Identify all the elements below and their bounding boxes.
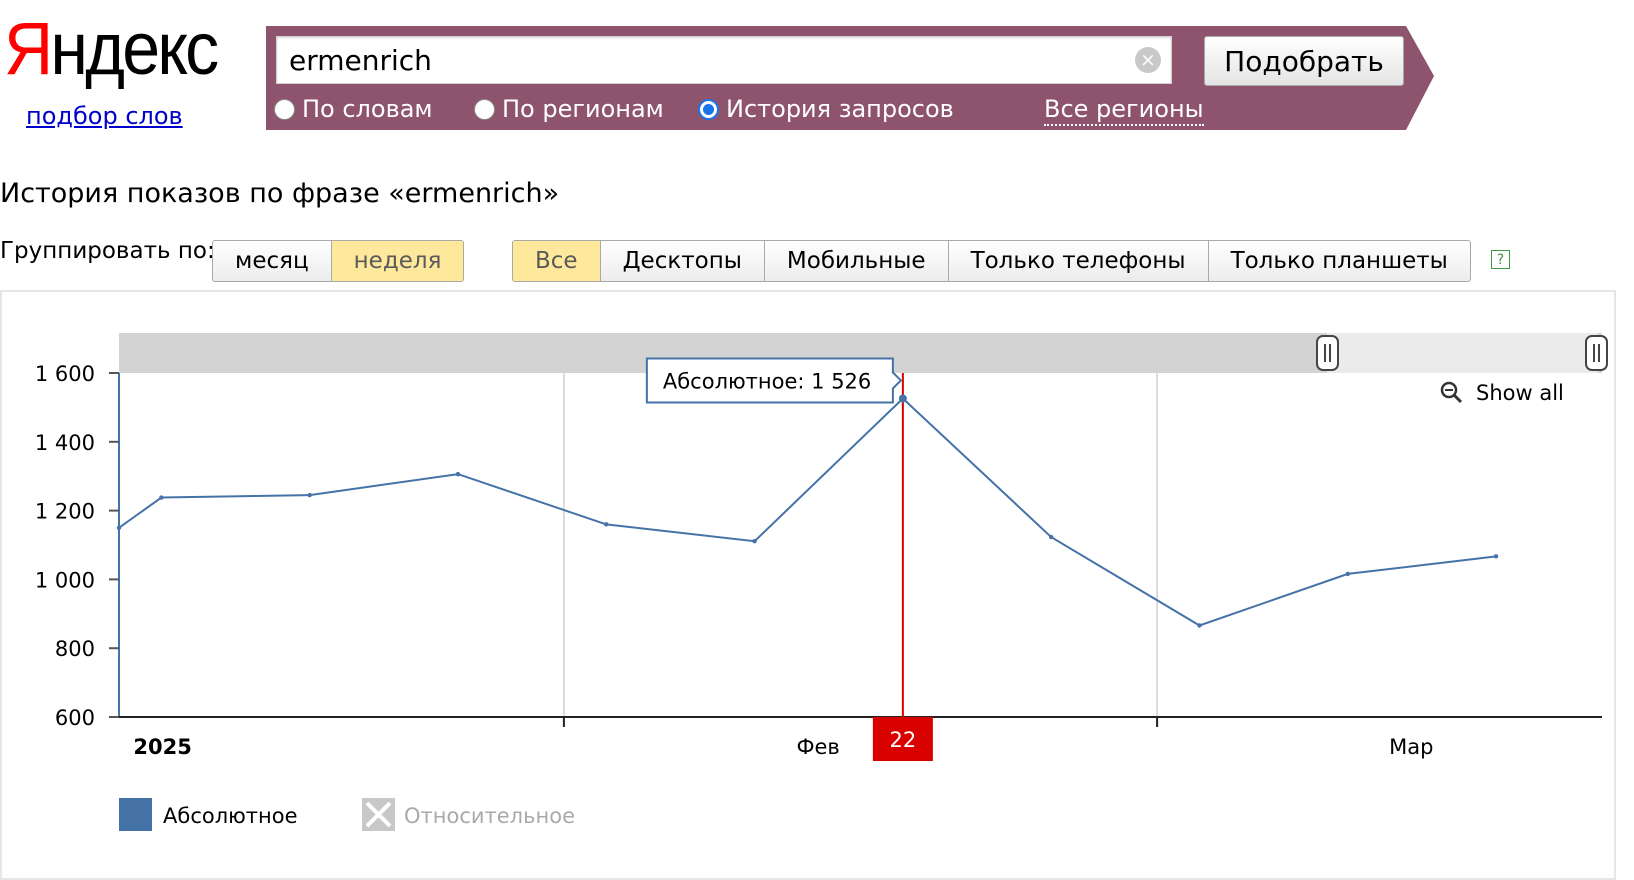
logo-rest-letters: ндекс	[50, 7, 219, 90]
x-tick-label: Фев	[796, 735, 839, 759]
chart-svg: 600 800 1 000 1 200 1 400 1 600 2025 Фев Мар 22…	[35, 333, 1608, 831]
group-by-week-button[interactable]: неделя	[331, 241, 464, 281]
y-axis: 600 800 1 000 1 200 1 400 1 600	[35, 362, 120, 730]
legend-item-absolute[interactable]: Абсолютное	[119, 798, 298, 831]
service-link-word-selection[interactable]: подбор слов	[26, 102, 183, 130]
x-tick-label: 2025	[133, 735, 191, 759]
page-title: История показов по фразе «ermenrich»	[0, 178, 560, 209]
data-point	[116, 525, 122, 530]
legend-relative-label[interactable]: Относительное	[404, 804, 575, 828]
highlighted-point	[898, 394, 907, 403]
series-absolute	[116, 396, 1499, 628]
device-mobile-button[interactable]: Мобильные	[765, 241, 949, 281]
legend: Абсолютное Относительное	[119, 798, 575, 831]
mode-by-regions[interactable]: По регионам	[474, 94, 664, 124]
y-tick-label: 1 200	[35, 500, 95, 524]
navigator-left-handle[interactable]	[1316, 335, 1339, 371]
gridlines	[563, 373, 1158, 717]
legend-absolute-label[interactable]: Абсолютное	[163, 804, 298, 828]
show-all-label[interactable]: Show all	[1476, 381, 1564, 405]
group-by-toggle: месяц неделя	[212, 240, 465, 282]
mode-label: По регионам	[502, 95, 664, 123]
device-filter-toggle: Все Десктопы Мобильные Только телефоны Т…	[512, 240, 1471, 282]
mode-by-words[interactable]: По словам	[274, 94, 433, 124]
group-by-label: Группировать по:	[0, 238, 215, 264]
mode-query-history[interactable]: История запросов	[698, 94, 954, 124]
data-point	[604, 522, 609, 527]
crosshair-date-label: 22	[890, 728, 917, 752]
data-point	[1197, 623, 1202, 628]
radio-icon[interactable]	[274, 98, 295, 120]
device-desktop-button[interactable]: Десктопы	[601, 241, 765, 281]
data-point	[1345, 571, 1350, 577]
mode-label: История запросов	[726, 95, 954, 123]
y-tick-label: 600	[55, 706, 95, 730]
y-tick-label: 1 600	[35, 362, 95, 386]
data-point	[1493, 554, 1499, 559]
data-point	[455, 471, 461, 477]
tooltip-text: Абсолютное: 1 526	[663, 369, 871, 393]
x-axis: 2025 Фев Мар	[119, 716, 1602, 759]
x-tick-label: Мар	[1389, 735, 1433, 759]
logo-wordmark: Яндекс	[4, 4, 219, 94]
data-point	[307, 492, 312, 498]
y-tick-label: 1 000	[35, 568, 95, 592]
search-input[interactable]	[277, 37, 1137, 83]
navigator-selection[interactable]	[1327, 333, 1598, 373]
crosshair: 22	[872, 373, 933, 761]
data-point	[752, 539, 757, 544]
series-line	[118, 397, 1497, 627]
logo-first-letter: Я	[4, 7, 53, 90]
zoom-out-icon	[1440, 381, 1463, 404]
help-icon[interactable]: ?	[1491, 250, 1510, 269]
group-by-month-button[interactable]: месяц	[213, 241, 332, 281]
history-chart: 600 800 1 000 1 200 1 400 1 600 2025 Фев Мар 22…	[0, 290, 1616, 880]
legend-relative-disabled-icon[interactable]	[362, 798, 395, 831]
y-tick-label: 1 400	[35, 431, 95, 455]
show-all-button[interactable]: Show all	[1440, 381, 1564, 405]
tooltip: Абсолютное: 1 526	[645, 357, 903, 404]
device-tablets-button[interactable]: Только планшеты	[1209, 241, 1470, 281]
y-tick-label: 800	[55, 637, 95, 661]
mode-label: По словам	[302, 95, 433, 123]
navigator-right-handle[interactable]	[1585, 335, 1608, 371]
device-all-button[interactable]: Все	[513, 241, 601, 281]
data-point	[1048, 534, 1054, 540]
device-phones-button[interactable]: Только телефоны	[949, 241, 1209, 281]
data-point	[159, 495, 164, 500]
search-panel: × Подобрать По словам По регионам Истори…	[266, 26, 1458, 134]
radio-icon[interactable]	[474, 98, 495, 120]
radio-checked-icon[interactable]	[698, 98, 719, 120]
clear-icon[interactable]: ×	[1135, 47, 1161, 73]
legend-absolute-swatch[interactable]	[119, 798, 152, 831]
submit-button[interactable]: Подобрать	[1204, 36, 1404, 86]
legend-item-relative[interactable]: Относительное	[362, 798, 575, 831]
region-select-link[interactable]: Все регионы	[1044, 94, 1204, 126]
search-field[interactable]: ×	[276, 36, 1172, 84]
